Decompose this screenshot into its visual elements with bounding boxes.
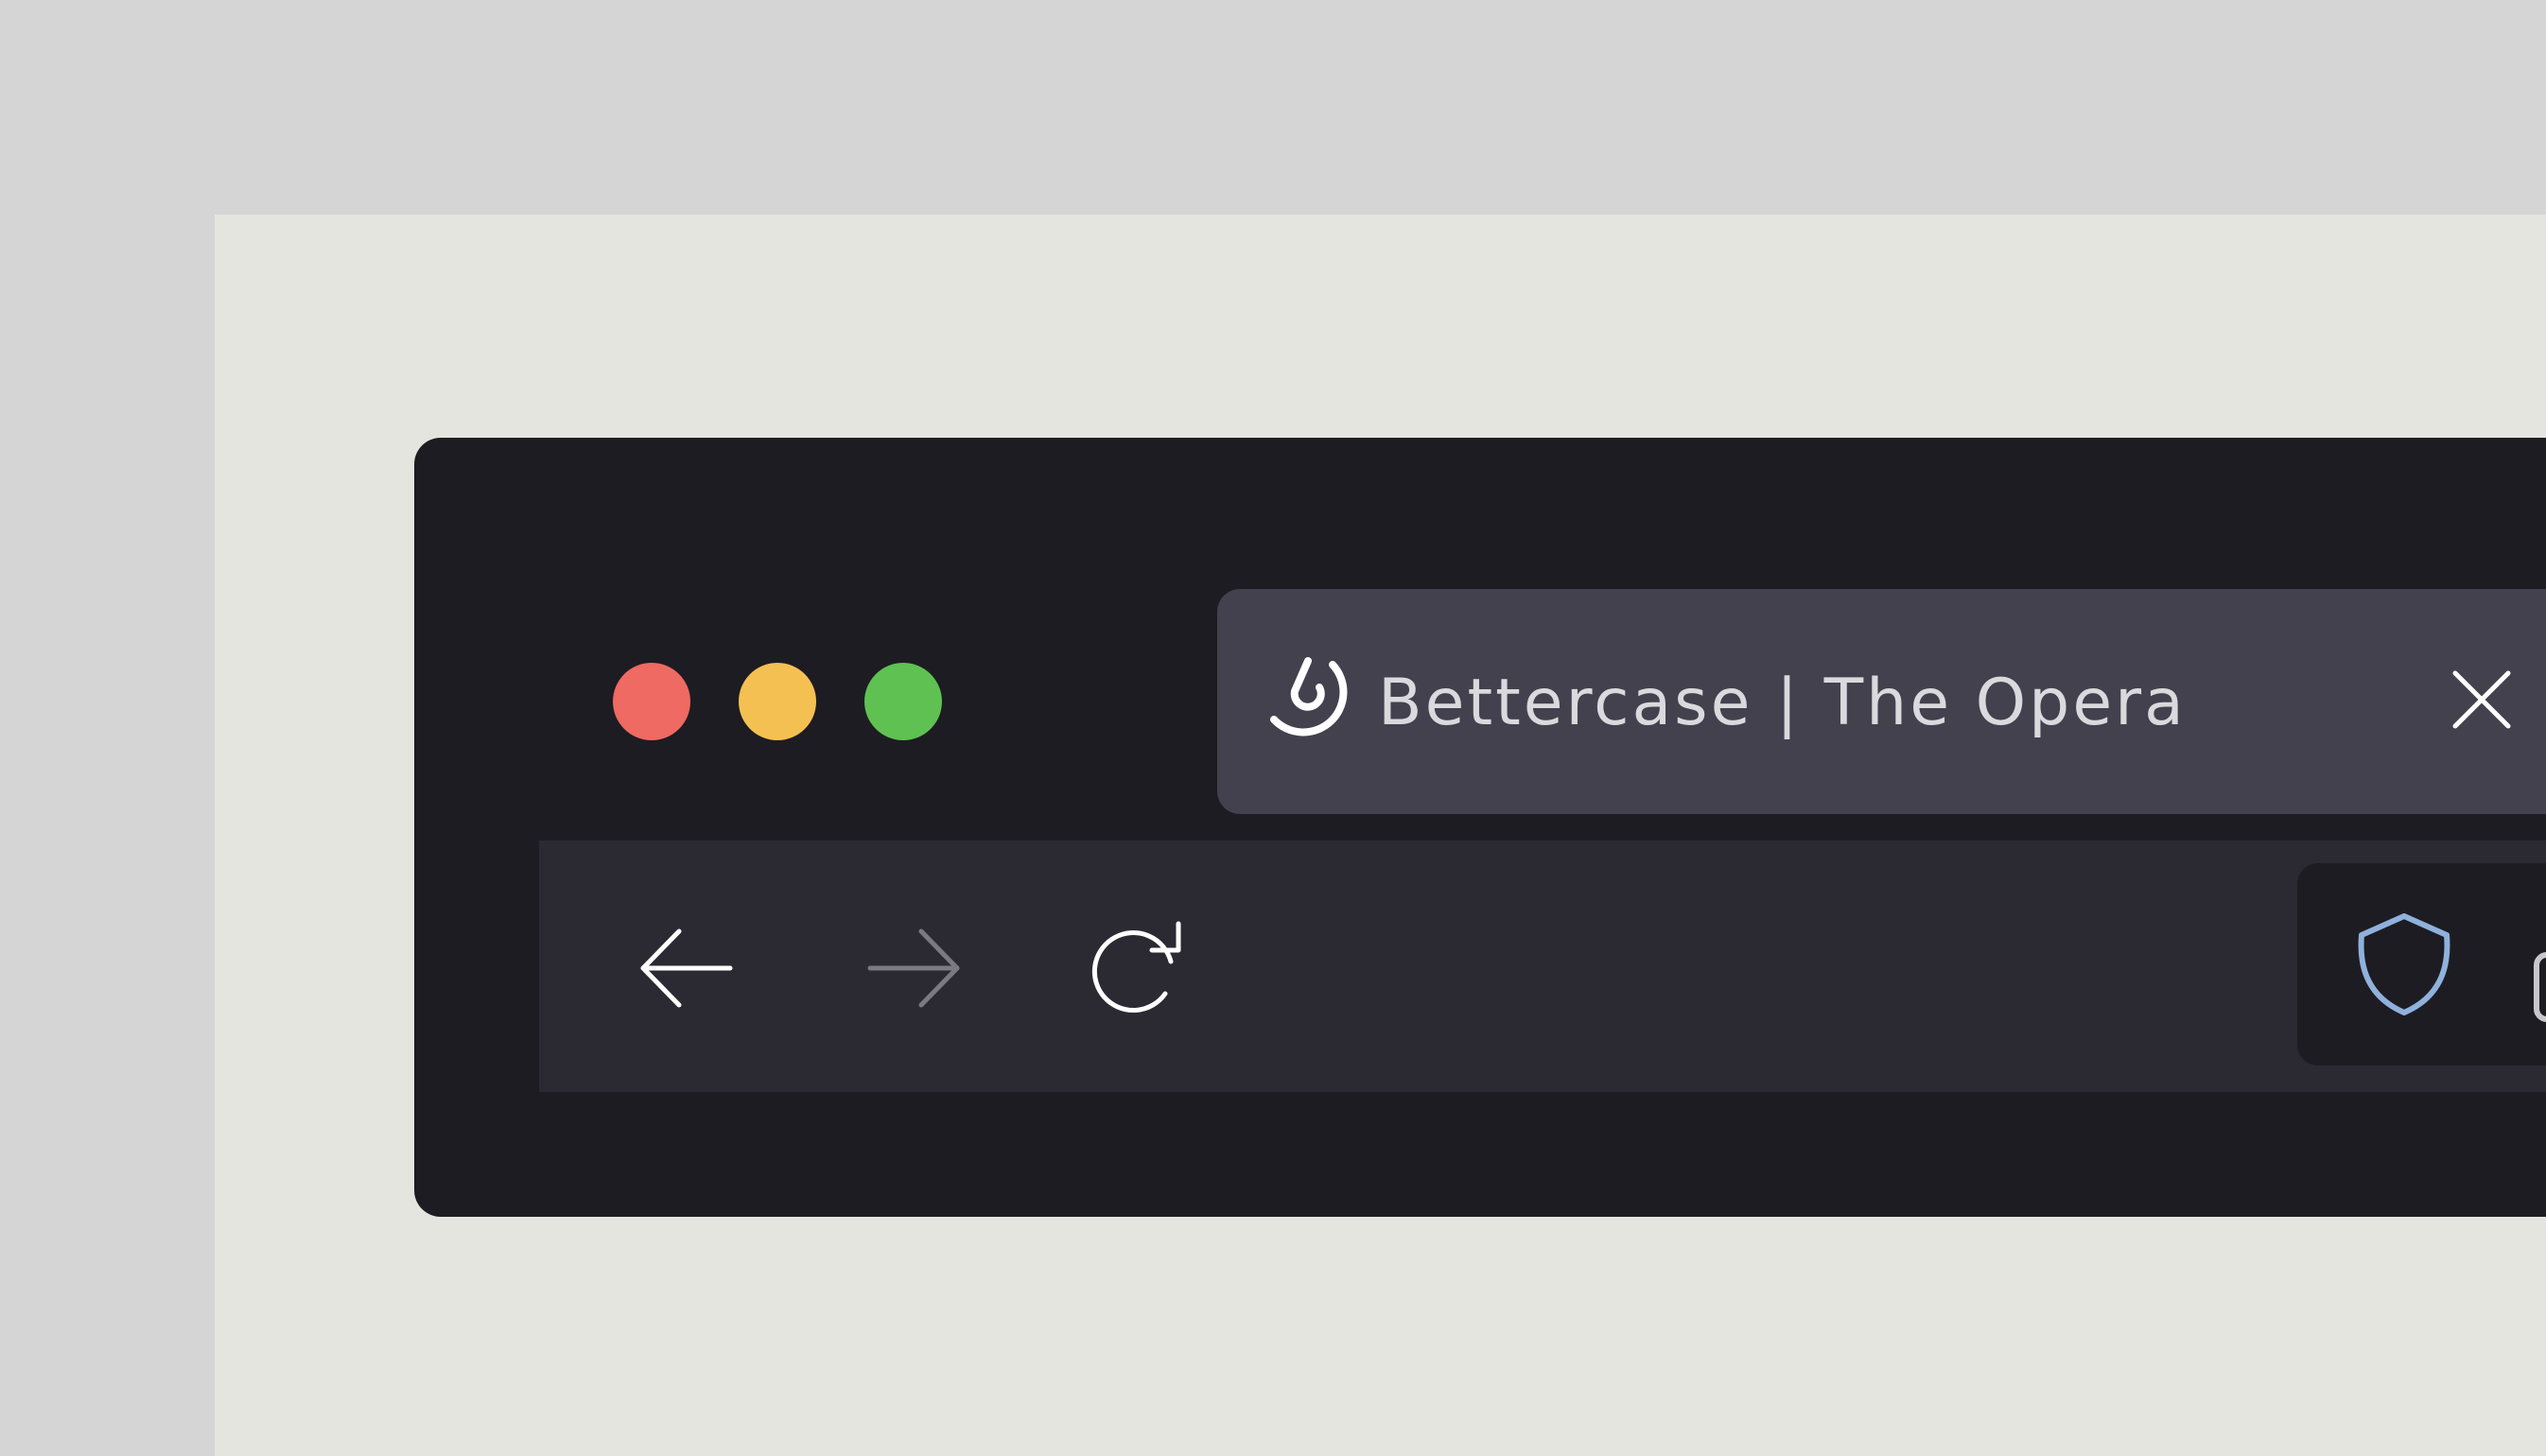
arrow-right-icon[interactable] — [866, 926, 961, 1011]
bettercase-logo-icon — [1270, 657, 1348, 737]
extension-icon[interactable] — [2534, 952, 2546, 1022]
close-icon[interactable] — [2451, 669, 2512, 730]
arrow-left-icon[interactable] — [639, 926, 734, 1011]
extensions-panel — [2297, 863, 2546, 1066]
maximize-window-button[interactable] — [864, 663, 942, 740]
browser-window: Bettercase | The Opera — [414, 438, 2546, 1217]
close-window-button[interactable] — [613, 663, 690, 740]
tab-title: Bettercase | The Opera — [1378, 666, 2187, 740]
reload-icon[interactable] — [1088, 920, 1186, 1016]
minimize-window-button[interactable] — [739, 663, 816, 740]
active-tab[interactable]: Bettercase | The Opera — [1217, 589, 2546, 814]
navigation-toolbar — [539, 841, 2546, 1092]
shield-icon[interactable] — [2354, 912, 2454, 1016]
artboard: Bettercase | The Opera — [215, 215, 2546, 1456]
